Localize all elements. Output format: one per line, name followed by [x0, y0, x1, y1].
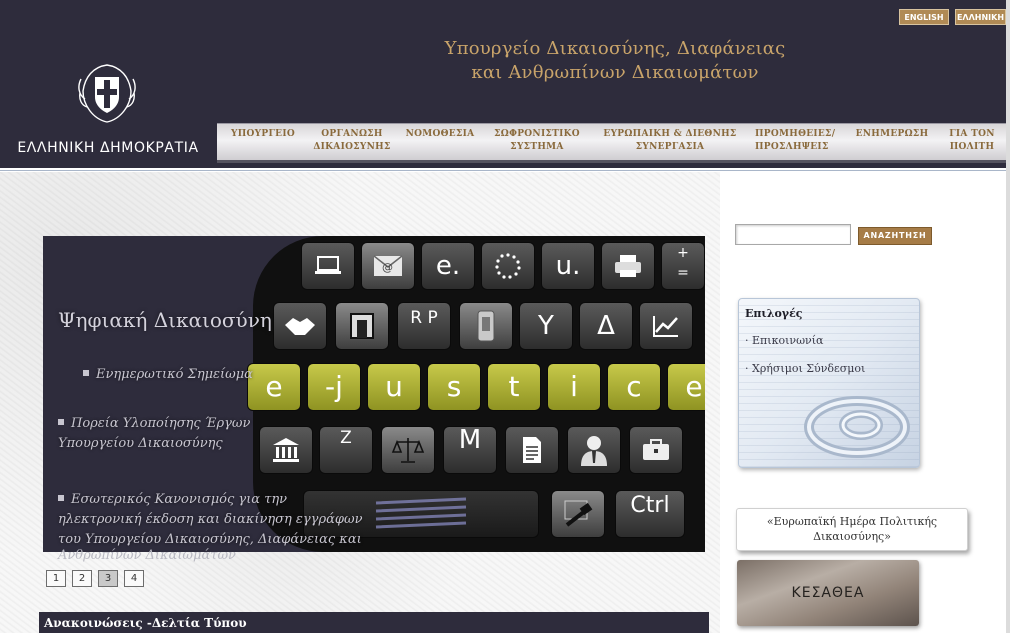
- plus-equals-key: + =: [661, 242, 705, 290]
- email-key-icon: @: [361, 242, 415, 290]
- key-z: Z: [319, 426, 373, 474]
- slide-link-label: Ενημερωτικό Σημείωμα: [96, 367, 253, 382]
- nav-item-procurement[interactable]: ΠΡΟΜΗΘΕΙΕΣ/ ΠΡΟΣΛΗΨΕΙΣ: [755, 128, 835, 154]
- key-c-yellow: c: [607, 363, 661, 411]
- republic-label: ΕΛΛΗΝΙΚΗ ΔΗΜΟΚΡΑΤΙΑ: [17, 140, 199, 156]
- key-t-yellow: t: [487, 363, 541, 411]
- slide-link-internal-regulation[interactable]: Εσωτερικός Κανονισμός για την ηλεκτρονικ…: [58, 490, 368, 550]
- key-e-dot: e.: [421, 242, 475, 290]
- key-e-yellow: e: [247, 363, 301, 411]
- options-link-useful-links[interactable]: · Χρήσιμοι Σύνδεσμοι: [745, 362, 865, 375]
- key-e2-yellow: e: [667, 363, 705, 411]
- ctrl-key: Ctrl: [615, 490, 685, 538]
- search-input[interactable]: [735, 224, 851, 245]
- lang-english-button[interactable]: ENGLISH: [899, 9, 949, 25]
- nav-item-legislation[interactable]: ΝΟΜΟΘΕΣΙΑ: [401, 128, 479, 141]
- scales-key-icon: [381, 426, 435, 474]
- nav-item-ministry[interactable]: ΥΠΟΥΡΓΕΙΟ: [223, 128, 303, 141]
- svg-text:@: @: [382, 261, 393, 274]
- lang-greek-button[interactable]: ΕΛΛΗΝΙΚΗ: [955, 9, 1006, 25]
- key-s-yellow: s: [427, 363, 481, 411]
- laptop-key-icon: [301, 242, 355, 290]
- handshake-key-icon: [273, 302, 327, 350]
- greek-coat-of-arms-icon[interactable]: [73, 59, 141, 127]
- eu-stars-key-icon: [481, 242, 535, 290]
- kesathea-banner[interactable]: ΚΕΣΑΘΕΑ: [737, 560, 919, 626]
- bullet-icon: [58, 419, 64, 425]
- key-m: M: [443, 426, 497, 474]
- page-button-1[interactable]: 1: [46, 570, 66, 587]
- doorway-key-icon: [335, 302, 389, 350]
- news-section-header[interactable]: Ανακοινώσεις -Δελτία Τύπου: [39, 612, 709, 633]
- key-delta: Δ: [579, 302, 633, 350]
- slide-link-project-progress[interactable]: Πορεία Υλοποίησης Έργων Υπουργείου Δικαι…: [58, 414, 288, 454]
- page-button-2[interactable]: 2: [72, 570, 92, 587]
- printer-key-icon: [601, 242, 655, 290]
- nav-item-citizen[interactable]: ΓΙΑ ΤΟΝ ΠΟΛΙΤΗ: [944, 128, 1000, 154]
- ministry-title[interactable]: Υπουργείο Δικαιοσύνης, Διαφάνειας και Αν…: [410, 37, 820, 85]
- document-key-icon: [505, 426, 559, 474]
- robot-key-icon: [459, 302, 513, 350]
- slide-title[interactable]: Ψηφιακή Δικαιοσύνη: [58, 308, 272, 332]
- key-u-yellow: u: [367, 363, 421, 411]
- european-justice-day-banner[interactable]: «Ευρωπαϊκή Ημέρα Πολιτικής Δικαιοσύνης»: [736, 508, 968, 551]
- businessman-key-icon: [567, 426, 621, 474]
- key-u-dot: u.: [541, 242, 595, 290]
- nav-item-correctional-system[interactable]: ΣΩΦΡΟΝΙΣΤΙΚΟ ΣΥΣΤΗΜΑ: [487, 128, 587, 154]
- page-button-4[interactable]: 4: [124, 570, 144, 587]
- page-button-3[interactable]: 3: [98, 570, 118, 587]
- gavel-key-icon: [551, 490, 605, 538]
- slide-link-overflow-text[interactable]: Ανθρωπίνων Δικαιωμάτων: [58, 548, 236, 563]
- key-i-yellow: i: [547, 363, 601, 411]
- options-box: Επιλογές · Επικοινωνία · Χρήσιμοι Σύνδεσ…: [738, 298, 920, 468]
- header-divider: [0, 170, 1006, 171]
- chart-key-icon: [639, 302, 693, 350]
- bullet-icon: [83, 370, 89, 376]
- options-link-contact[interactable]: · Επικοινωνία: [745, 334, 823, 347]
- key-y: Y: [519, 302, 573, 350]
- at-sign-icon: [804, 396, 910, 458]
- search-button[interactable]: ΑΝΑΖΗΤΗΣΗ: [858, 227, 932, 245]
- nav-item-international-cooperation[interactable]: ΕΥΡΩΠΑΙΚΗ & ΔΙΕΘΝΗΣ ΣΥΝΕΡΓΑΣΙΑ: [595, 128, 745, 154]
- briefcase-key-icon: [629, 426, 683, 474]
- featured-slider[interactable]: @ e. u. + = R P Y Δ e -j u s t i c e Z M…: [43, 236, 705, 552]
- bullet-icon: [58, 495, 64, 501]
- options-title: Επιλογές: [745, 307, 803, 320]
- slide-link-label: Εσωτερικός Κανονισμός για την ηλεκτρονικ…: [58, 492, 363, 547]
- main-nav: ΥΠΟΥΡΓΕΙΟ ΟΡΓΑΝΩΣΗ ΔΙΚΑΙΟΣΥΝΗΣ ΝΟΜΟΘΕΣΙΑ…: [217, 123, 1006, 163]
- key-dash-j: -j: [307, 363, 361, 411]
- nav-item-news[interactable]: ΕΝΗΜΕΡΩΣΗ: [852, 128, 932, 141]
- slide-link-info-note[interactable]: Ενημερωτικό Σημείωμα: [83, 365, 253, 385]
- key-r-p: R P: [397, 302, 451, 350]
- ministry-title-line1: Υπουργείο Δικαιοσύνης, Διαφάνειας: [444, 38, 786, 59]
- slide-link-label: Πορεία Υλοποίησης Έργων Υπουργείου Δικαι…: [58, 416, 251, 451]
- nav-item-justice-organization[interactable]: ΟΡΓΑΝΩΣΗ ΔΙΚΑΙΟΣΥΝΗΣ: [307, 128, 397, 154]
- page-scrollbar[interactable]: [1006, 0, 1010, 633]
- ministry-title-line2: και Ανθρωπίνων Δικαιωμάτων: [471, 62, 759, 83]
